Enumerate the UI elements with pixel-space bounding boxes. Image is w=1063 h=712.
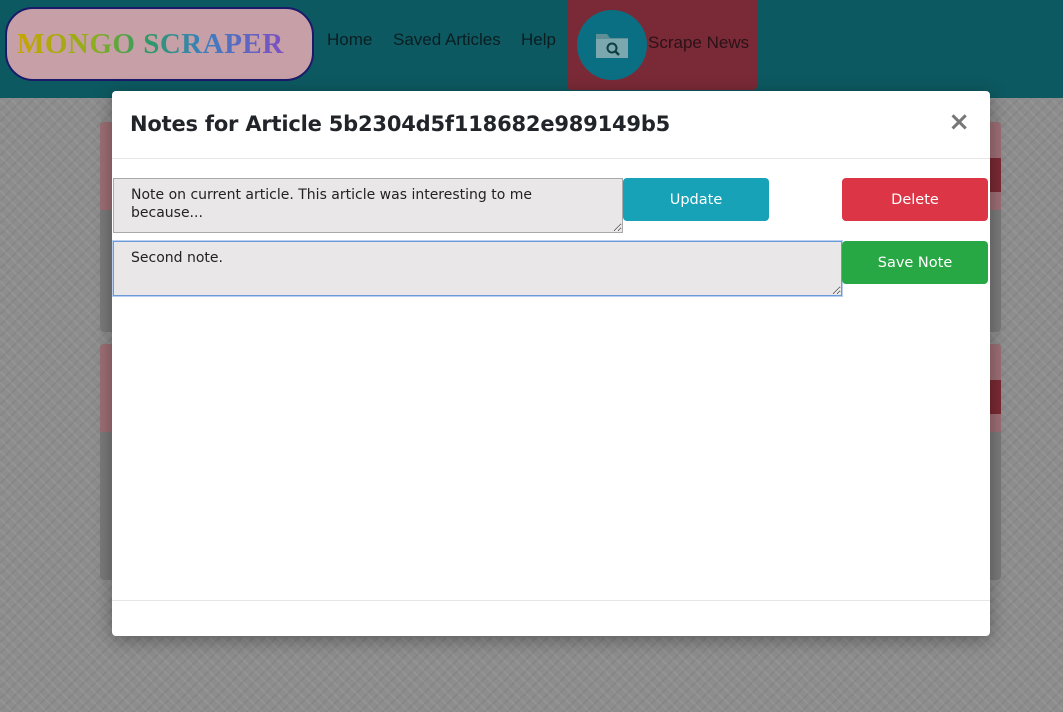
existing-note-textarea[interactable]: Note on current article. This article wa… [113, 178, 623, 233]
close-icon[interactable]: × [948, 109, 970, 135]
navbar: MONGO SCRAPER Home Saved Articles Help S… [0, 0, 1063, 98]
delete-note-button[interactable]: Delete [842, 178, 988, 221]
new-note-textarea[interactable]: Second note. [113, 241, 842, 296]
modal-footer [112, 600, 990, 601]
nav-link-help[interactable]: Help [521, 30, 556, 50]
nav-link-home[interactable]: Home [327, 30, 372, 50]
save-note-button[interactable]: Save Note [842, 241, 988, 284]
brand-logo[interactable]: MONGO SCRAPER [5, 7, 314, 81]
notes-modal: Notes for Article 5b2304d5f118682e989149… [112, 91, 990, 636]
modal-header: Notes for Article 5b2304d5f118682e989149… [112, 91, 990, 159]
brand-logo-text: MONGO SCRAPER [17, 27, 284, 60]
scrape-news-label: Scrape News [648, 33, 750, 52]
nav-link-saved-articles[interactable]: Saved Articles [393, 30, 501, 50]
scrape-icon-circle [577, 10, 647, 80]
folder-search-icon [596, 34, 628, 58]
modal-title: Notes for Article 5b2304d5f118682e989149… [130, 112, 671, 136]
scrape-news-button[interactable]: Scrape News [567, 0, 757, 90]
update-note-button[interactable]: Update [623, 178, 769, 221]
